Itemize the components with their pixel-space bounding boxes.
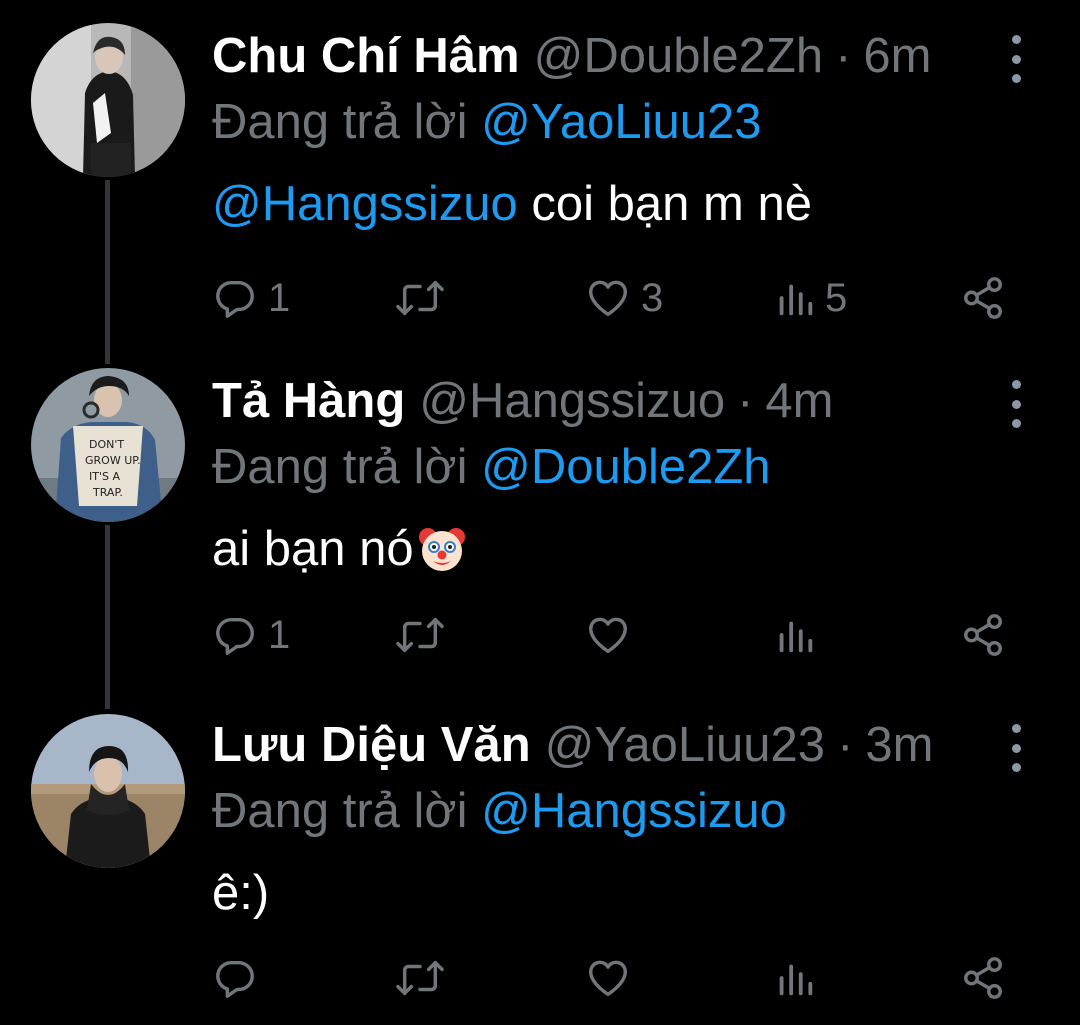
retweet-button[interactable] bbox=[395, 950, 455, 1006]
user-handle[interactable]: @YaoLiuu23 bbox=[545, 714, 825, 776]
replying-to: Đang trả lời @YaoLiuu23 bbox=[212, 91, 762, 153]
text-mention[interactable]: @Hangssizuo bbox=[212, 173, 518, 235]
views-icon bbox=[779, 621, 813, 653]
user-handle[interactable]: @Double2Zh bbox=[534, 25, 823, 87]
views-icon bbox=[779, 284, 813, 316]
share-icon bbox=[964, 957, 1002, 999]
reply-icon bbox=[216, 617, 254, 655]
share-button[interactable] bbox=[960, 607, 1006, 663]
views-button[interactable] bbox=[775, 607, 825, 663]
more-options-icon[interactable] bbox=[1004, 380, 1028, 428]
user-handle[interactable]: @Hangssizuo bbox=[419, 370, 725, 432]
timestamp[interactable]: 4m bbox=[765, 370, 833, 432]
reply-count: 1 bbox=[268, 275, 291, 320]
like-count: 3 bbox=[641, 275, 664, 320]
timestamp[interactable]: 3m bbox=[865, 714, 933, 776]
reply-button[interactable] bbox=[212, 950, 268, 1006]
retweet-button[interactable] bbox=[395, 270, 455, 326]
more-options-icon[interactable] bbox=[1004, 35, 1028, 83]
text-body: ê:) bbox=[212, 866, 270, 920]
views-button[interactable]: 5 bbox=[775, 270, 847, 326]
text-body: ai bạn nó bbox=[212, 522, 414, 576]
replying-to: Đang trả lời @Hangssizuo bbox=[212, 780, 787, 842]
replying-to: Đang trả lời @Double2Zh bbox=[212, 436, 771, 498]
reply-count: 1 bbox=[268, 612, 291, 657]
svg-text:DON'T: DON'T bbox=[89, 438, 124, 451]
clown-face-emoji-icon bbox=[418, 528, 465, 571]
views-icon bbox=[779, 964, 813, 996]
heart-icon bbox=[589, 617, 627, 654]
avatar[interactable] bbox=[31, 714, 185, 868]
thread-line bbox=[105, 180, 110, 364]
share-button[interactable] bbox=[960, 270, 1006, 326]
display-name[interactable]: Lưu Diệu Văn bbox=[212, 714, 531, 776]
tweet-header: Tả Hàng @Hangssizuo · 4m bbox=[212, 370, 833, 432]
views-button[interactable] bbox=[775, 950, 825, 1006]
tweet-header: Chu Chí Hâm @Double2Zh · 6m bbox=[212, 25, 932, 87]
separator-dot: · bbox=[835, 29, 852, 83]
action-bar: 1 bbox=[212, 607, 1012, 663]
reply-button[interactable]: 1 bbox=[212, 270, 290, 326]
retweet-icon bbox=[396, 960, 444, 996]
text-body: coi bạn m nè bbox=[517, 177, 812, 231]
heart-icon bbox=[589, 280, 627, 317]
replying-mention[interactable]: @Hangssizuo bbox=[481, 784, 787, 838]
share-icon bbox=[964, 614, 1002, 656]
heart-icon bbox=[589, 960, 627, 997]
replying-mention[interactable]: @YaoLiuu23 bbox=[481, 95, 761, 149]
like-button[interactable]: 3 bbox=[585, 270, 663, 326]
svg-text:TRAP.: TRAP. bbox=[92, 486, 123, 499]
reply-icon bbox=[216, 960, 254, 998]
retweet-icon bbox=[396, 617, 444, 653]
svg-text:GROW UP.: GROW UP. bbox=[85, 454, 141, 467]
replying-label: Đang trả lời bbox=[212, 440, 468, 494]
thread-line bbox=[105, 525, 110, 709]
reply-icon bbox=[216, 280, 254, 318]
separator-dot: · bbox=[837, 718, 854, 772]
action-bar bbox=[212, 950, 1012, 1006]
share-button[interactable] bbox=[960, 950, 1006, 1006]
view-count: 5 bbox=[825, 275, 848, 320]
like-button[interactable] bbox=[585, 607, 641, 663]
reply-button[interactable]: 1 bbox=[212, 607, 290, 663]
svg-text:IT'S A: IT'S A bbox=[89, 470, 120, 483]
tweet-text: ai bạn nó bbox=[212, 518, 468, 580]
replying-mention[interactable]: @Double2Zh bbox=[481, 440, 770, 494]
display-name[interactable]: Chu Chí Hâm bbox=[212, 25, 520, 87]
timestamp[interactable]: 6m bbox=[863, 25, 931, 87]
like-button[interactable] bbox=[585, 950, 641, 1006]
replying-label: Đang trả lời bbox=[212, 784, 468, 838]
retweet-button[interactable] bbox=[395, 607, 455, 663]
separator-dot: · bbox=[737, 374, 754, 428]
avatar[interactable] bbox=[31, 23, 185, 177]
more-options-icon[interactable] bbox=[1004, 724, 1028, 772]
avatar[interactable]: DON'T GROW UP. IT'S A TRAP. bbox=[31, 368, 185, 522]
tweet-header: Lưu Diệu Văn @YaoLiuu23 · 3m bbox=[212, 714, 933, 776]
display-name[interactable]: Tả Hàng bbox=[212, 370, 405, 432]
tweet-text: @Hangssizuo coi bạn m nè bbox=[212, 173, 812, 235]
replying-label: Đang trả lời bbox=[212, 95, 468, 149]
retweet-icon bbox=[396, 280, 444, 316]
tweet-text: ê:) bbox=[212, 862, 269, 924]
action-bar: 1 3 5 bbox=[212, 270, 1012, 326]
share-icon bbox=[964, 277, 1002, 319]
